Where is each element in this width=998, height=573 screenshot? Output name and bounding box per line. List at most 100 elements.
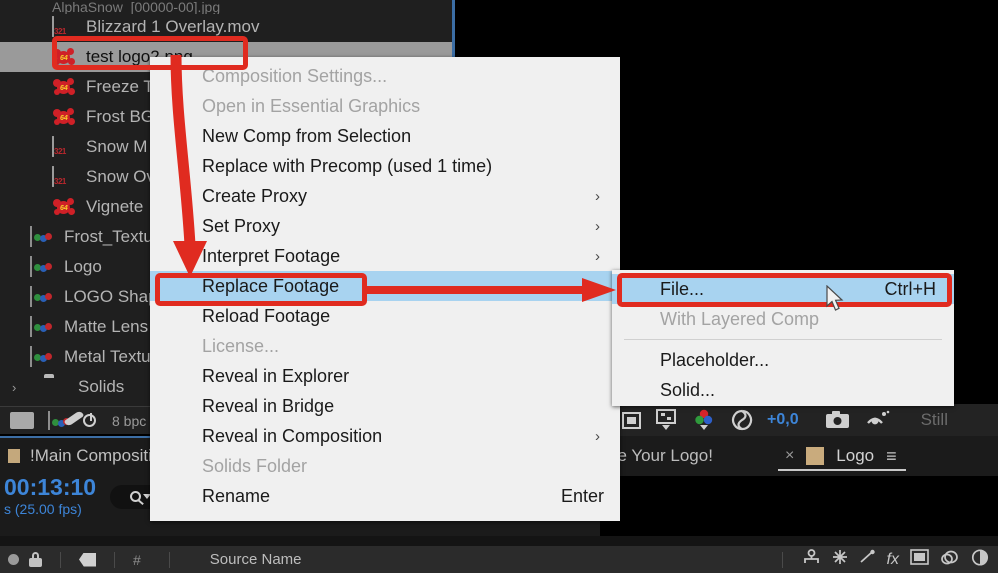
show-snapshot-icon[interactable]: [865, 410, 891, 430]
collapse-transform-icon[interactable]: [940, 549, 960, 570]
menu-item-create-proxy[interactable]: Create Proxy ›: [150, 181, 620, 211]
panel-divider: [0, 536, 998, 546]
video-toggle-icon[interactable]: [8, 554, 19, 565]
project-item-label: Logo: [64, 257, 102, 276]
active-tab-underline: [778, 469, 906, 471]
chevron-right-icon[interactable]: ›: [12, 380, 16, 395]
project-settings-icon[interactable]: [63, 409, 98, 431]
menu-item-replace-footage[interactable]: Replace Footage ›: [150, 271, 620, 301]
submenu-item-label: File...: [660, 278, 705, 299]
menu-item-label: Composition Settings...: [202, 65, 388, 86]
preview-quality-label[interactable]: Still: [921, 410, 948, 430]
menu-item-reload-footage[interactable]: Reload Footage: [150, 301, 620, 331]
project-item-label: Solids: [78, 377, 125, 396]
quality-star-icon[interactable]: [832, 549, 848, 570]
snapshot-icon[interactable]: [825, 410, 851, 430]
new-composition-icon[interactable]: [48, 410, 70, 430]
submenu-item-label: With Layered Comp: [660, 308, 820, 329]
menu-item-label: License...: [202, 335, 280, 356]
star-footage-icon: 64: [52, 47, 78, 67]
parent-link-icon[interactable]: [802, 548, 821, 571]
panel-menu-icon[interactable]: ≡: [886, 447, 897, 465]
chevron-right-icon: ›: [595, 277, 600, 295]
footage-context-menu[interactable]: Composition Settings... Open in Essentia…: [150, 57, 620, 521]
chevron-right-icon: ›: [595, 187, 600, 205]
submenu-item-solid[interactable]: Solid...: [612, 375, 954, 405]
frame-blend-icon[interactable]: [910, 549, 929, 570]
region-of-interest-icon[interactable]: [622, 411, 641, 429]
composition-tab-label[interactable]: ge Your Logo!: [608, 446, 713, 466]
divider: [781, 551, 783, 568]
project-item-label: Vignete: [86, 197, 144, 216]
after-effects-window: AlphaSnow_[00000-00].jpg 321 Blizzard 1 …: [0, 0, 998, 573]
divider: [168, 551, 170, 568]
adjustment-layer-icon[interactable]: [971, 548, 989, 571]
menu-item-new-comp-from-selection[interactable]: New Comp from Selection: [150, 121, 620, 151]
menu-item-label: Set Proxy: [202, 215, 281, 236]
project-item-label: Matte Lens: [64, 317, 149, 336]
source-name-header[interactable]: Source Name: [210, 551, 302, 568]
menu-item-reveal-in-composition[interactable]: Reveal in Composition ›: [150, 421, 620, 451]
still-image-icon: [30, 286, 56, 307]
menu-item-reveal-in-explorer[interactable]: Reveal in Explorer: [150, 361, 620, 391]
menu-item-label: Reveal in Bridge: [202, 395, 335, 416]
project-item-label: Metal Textu: [64, 347, 151, 366]
movie-icon: 321: [52, 136, 78, 157]
bit-depth-label[interactable]: 8 bpc: [112, 413, 146, 429]
menu-item-label: Replace with Precomp (used 1 time): [202, 155, 493, 176]
divider: [60, 551, 61, 568]
star-footage-icon: 64: [52, 197, 78, 217]
menu-item-label: Reveal in Composition: [202, 425, 383, 446]
still-image-icon: [30, 316, 56, 337]
menu-item-interpret-footage[interactable]: Interpret Footage ›: [150, 241, 620, 271]
exposure-value[interactable]: +0,0: [767, 411, 799, 429]
still-image-icon: [30, 346, 56, 367]
channel-rgb-icon[interactable]: [693, 409, 717, 431]
label-tag-icon[interactable]: [79, 552, 96, 567]
project-item-label: Snow M: [86, 137, 148, 156]
project-item-label: Frost BG: [86, 107, 155, 126]
movie-icon: 321: [52, 16, 78, 37]
submenu-item-file[interactable]: File... Ctrl+H: [612, 274, 954, 304]
menu-item-replace-with-precomp[interactable]: Replace with Precomp (used 1 time): [150, 151, 620, 181]
submenu-item-placeholder[interactable]: Placeholder...: [612, 345, 954, 375]
submenu-separator: [624, 339, 942, 340]
menu-item-label: Rename: [202, 485, 271, 506]
lock-icon[interactable]: [29, 552, 42, 567]
current-timecode[interactable]: 00:13:10: [4, 474, 96, 500]
menu-item-shortcut: Enter: [560, 485, 604, 506]
menu-item-reveal-in-bridge[interactable]: Reveal in Bridge: [150, 391, 620, 421]
chevron-right-icon: ›: [595, 247, 600, 265]
timeline-switches-group[interactable]: fx: [774, 548, 998, 571]
menu-item-composition-settings[interactable]: Composition Settings...: [150, 61, 620, 91]
tab-logo[interactable]: Logo: [836, 446, 874, 466]
still-image-icon: [30, 256, 56, 277]
effects-fx-icon: fx: [886, 550, 899, 568]
menu-item-label: Open in Essential Graphics: [202, 95, 421, 116]
replace-footage-submenu[interactable]: File... Ctrl+H With Layered Comp Placeho…: [612, 270, 954, 406]
menu-item-solids-folder[interactable]: Solids Folder: [150, 451, 620, 481]
list-item[interactable]: 321 Blizzard 1 Overlay.mov: [0, 12, 452, 42]
search-icon: [129, 491, 141, 502]
menu-item-label: Reveal in Explorer: [202, 365, 350, 386]
motion-blur-icon[interactable]: [859, 549, 876, 570]
folder-icon: [44, 377, 70, 397]
timeline-column-header[interactable]: # Source Name fx: [0, 546, 998, 573]
star-footage-icon: 64: [52, 107, 78, 127]
menu-item-set-proxy[interactable]: Set Proxy ›: [150, 211, 620, 241]
close-icon[interactable]: ×: [785, 447, 794, 465]
transparency-grid-icon[interactable]: [655, 409, 679, 431]
project-item-label: Freeze T: [86, 77, 154, 96]
chevron-right-icon: ›: [595, 427, 600, 445]
exposure-icon[interactable]: [731, 409, 753, 431]
layer-number-header: #: [133, 551, 141, 568]
menu-item-rename[interactable]: Rename Enter: [150, 481, 620, 511]
movie-icon: 321: [52, 166, 78, 187]
menu-item-label: New Comp from Selection: [202, 125, 412, 146]
new-folder-icon[interactable]: [10, 412, 34, 429]
submenu-item-with-layered-comp[interactable]: With Layered Comp: [612, 304, 954, 334]
menu-item-open-in-essential-graphics[interactable]: Open in Essential Graphics: [150, 91, 620, 121]
menu-item-license[interactable]: License...: [150, 331, 620, 361]
submenu-item-label: Solid...: [660, 379, 716, 400]
submenu-item-label: Placeholder...: [660, 349, 770, 370]
